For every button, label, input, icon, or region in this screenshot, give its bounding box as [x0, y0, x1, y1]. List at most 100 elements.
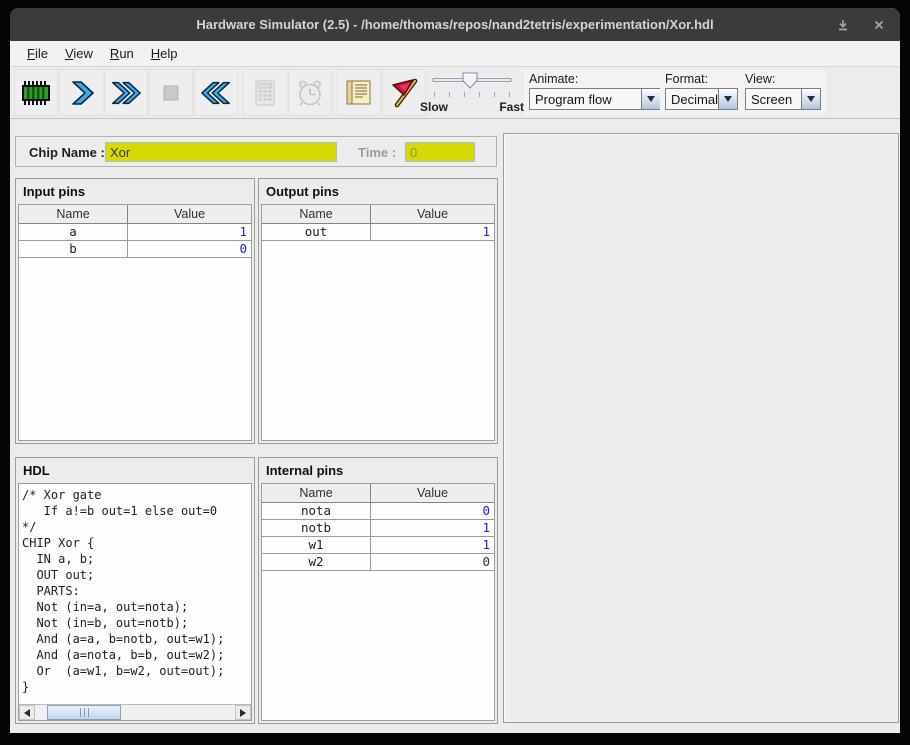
table-row: out 1	[262, 224, 494, 241]
reset-double-arrow-icon	[199, 77, 233, 109]
table-row: a 1	[19, 224, 251, 241]
toolbar: Slow Fast Animate: Program flow Format: …	[10, 67, 900, 119]
scroll-script-icon	[342, 76, 376, 110]
menu-help[interactable]: Help	[143, 42, 187, 65]
scrollbar-track[interactable]	[35, 705, 235, 720]
run-button[interactable]	[104, 69, 148, 116]
view-value: Screen	[746, 89, 801, 109]
menu-file[interactable]: File	[19, 42, 57, 65]
pin-name: a	[19, 224, 128, 240]
animate-label: Animate:	[529, 72, 661, 86]
column-name: Name	[262, 484, 371, 502]
table-row: b 0	[19, 241, 251, 258]
format-label: Format:	[665, 72, 738, 86]
stop-square-icon	[154, 76, 188, 110]
chevron-down-icon	[724, 96, 732, 102]
view-group: View: Screen	[740, 70, 826, 115]
app-window: Hardware Simulator (2.5) - /home/thomas/…	[10, 8, 900, 733]
close-button[interactable]	[870, 16, 888, 34]
chip-name-label: Chip Name :	[29, 145, 105, 160]
main-content: Chip Name : Xor Time : 0 Input pins Name…	[10, 120, 900, 733]
reset-button[interactable]	[194, 69, 238, 116]
hdl-title: HDL	[16, 458, 254, 482]
run-double-arrow-icon	[109, 77, 143, 109]
menu-view[interactable]: View	[57, 42, 102, 65]
speed-slider[interactable]: Slow Fast	[418, 69, 524, 117]
pin-value: 1	[371, 537, 494, 553]
slider-fast-label: Fast	[499, 100, 524, 114]
column-name: Name	[19, 205, 128, 223]
animate-group: Animate: Program flow	[524, 70, 666, 115]
input-pins-panel: Input pins Name Value a 1 b 0	[15, 178, 255, 444]
stop-button	[149, 69, 193, 116]
table-row: w2 0	[262, 554, 494, 571]
animate-value: Program flow	[530, 89, 641, 109]
hdl-panel: HDL /* Xor gate If a!=b out=1 else out=0…	[15, 457, 255, 724]
format-dropdown[interactable]: Decimal	[665, 88, 738, 110]
chevron-down-icon	[647, 96, 655, 102]
alarm-clock-icon	[293, 76, 327, 110]
slider-thumb[interactable]	[462, 72, 478, 89]
pin-name: out	[262, 224, 371, 240]
animate-dropdown-button[interactable]	[641, 89, 660, 109]
format-value: Decimal	[666, 89, 718, 109]
hdl-code: /* Xor gate If a!=b out=1 else out=0 */ …	[19, 484, 251, 695]
input-pins-title: Input pins	[16, 179, 254, 203]
format-group: Format: Decimal	[660, 70, 743, 115]
view-dropdown[interactable]: Screen	[745, 88, 821, 110]
table-row: notb 1	[262, 520, 494, 537]
view-dropdown-button[interactable]	[801, 89, 820, 109]
time-label: Time :	[358, 145, 396, 160]
window-title: Hardware Simulator (2.5) - /home/thomas/…	[70, 17, 840, 32]
column-name: Name	[262, 205, 371, 223]
calculator-button	[243, 69, 287, 116]
single-step-button[interactable]	[59, 69, 103, 116]
pin-name: notb	[262, 520, 371, 536]
chip-icon	[19, 76, 53, 110]
table-row: nota 0	[262, 503, 494, 520]
animate-dropdown[interactable]: Program flow	[529, 88, 661, 110]
pin-value: 0	[371, 503, 494, 519]
chip-name-bar: Chip Name : Xor Time : 0	[15, 136, 497, 167]
input-pins-table: Name Value a 1 b 0	[18, 204, 252, 441]
chevron-down-icon	[807, 96, 815, 102]
load-chip-button[interactable]	[14, 69, 58, 116]
column-value: Value	[371, 484, 494, 502]
view-label: View:	[745, 72, 821, 86]
triangle-right-icon	[240, 709, 246, 717]
column-value: Value	[128, 205, 251, 223]
calculator-icon	[248, 76, 282, 110]
scroll-left-button[interactable]	[19, 705, 35, 720]
scroll-right-button[interactable]	[235, 705, 251, 720]
table-header: Name Value	[262, 205, 494, 224]
slider-ticks	[434, 92, 510, 97]
pin-name: nota	[262, 503, 371, 519]
pin-value: 1	[371, 520, 494, 536]
pin-value[interactable]: 0	[128, 241, 251, 257]
pin-value: 0	[371, 554, 494, 570]
minimize-button[interactable]	[834, 16, 852, 34]
menu-bar: File View Run Help	[10, 41, 900, 67]
output-pins-panel: Output pins Name Value out 1	[258, 178, 498, 444]
close-icon	[872, 18, 886, 32]
hdl-viewer: /* Xor gate If a!=b out=1 else out=0 */ …	[18, 483, 252, 721]
title-bar: Hardware Simulator (2.5) - /home/thomas/…	[10, 8, 900, 41]
internal-pins-panel: Internal pins Name Value nota 0 notb 1 w…	[258, 457, 498, 724]
slider-slow-label: Slow	[420, 100, 448, 114]
pin-name: b	[19, 241, 128, 257]
hdl-horizontal-scrollbar[interactable]	[19, 704, 251, 720]
internal-pins-title: Internal pins	[259, 458, 497, 482]
output-pins-title: Output pins	[259, 179, 497, 203]
pin-name: w2	[262, 554, 371, 570]
triangle-left-icon	[24, 709, 30, 717]
format-dropdown-button[interactable]	[718, 89, 737, 109]
column-value: Value	[371, 205, 494, 223]
scrollbar-thumb[interactable]	[47, 705, 121, 720]
pin-name: w1	[262, 537, 371, 553]
table-header: Name Value	[19, 205, 251, 224]
chip-name-field[interactable]: Xor	[105, 142, 337, 162]
view-hdl-button[interactable]	[337, 69, 381, 116]
pin-value[interactable]: 1	[128, 224, 251, 240]
menu-run[interactable]: Run	[102, 42, 143, 65]
clock-button	[288, 69, 332, 116]
